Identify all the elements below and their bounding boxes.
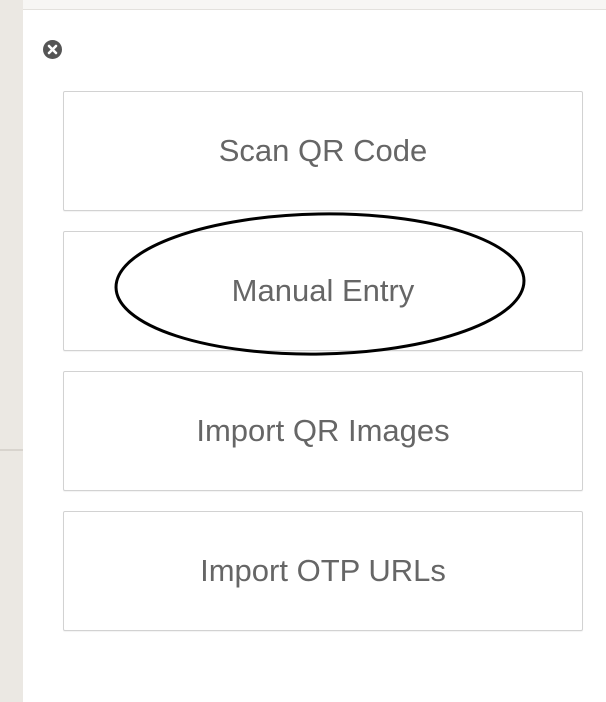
import-otp-urls-button[interactable]: Import OTP URLs (63, 511, 583, 631)
scan-qr-code-button[interactable]: Scan QR Code (63, 91, 583, 211)
manual-entry-button[interactable]: Manual Entry (63, 231, 583, 351)
popup-window: Scan QR Code Manual Entry Import QR Imag… (0, 0, 606, 702)
scan-qr-code-label: Scan QR Code (218, 133, 428, 168)
background-divider (0, 449, 23, 451)
import-qr-images-label: Import QR Images (196, 413, 450, 448)
background-page-edge (0, 0, 23, 702)
import-otp-urls-label: Import OTP URLs (200, 553, 446, 588)
close-icon[interactable] (43, 40, 62, 59)
import-qr-images-button[interactable]: Import QR Images (63, 371, 583, 491)
popup-top-bar (23, 0, 606, 10)
manual-entry-label: Manual Entry (231, 273, 415, 308)
